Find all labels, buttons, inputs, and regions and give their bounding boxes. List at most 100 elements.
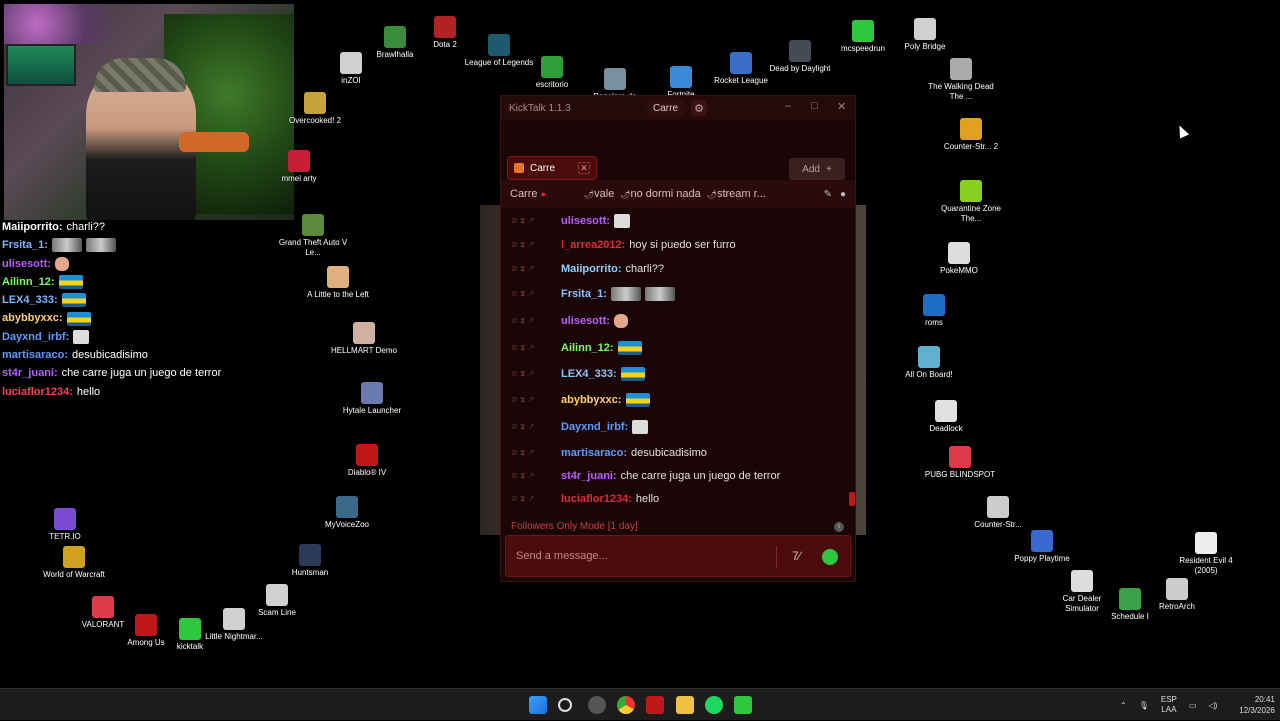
desktop-shortcut[interactable]: Overcooked! 2 xyxy=(278,92,352,126)
channel-select[interactable]: Carre xyxy=(647,99,685,117)
mod-actions-icon[interactable]: ⊘ ⧗ ↗ xyxy=(511,448,557,458)
chat-message[interactable]: ⊘ ⧗ ↗ martisaraco: desubicadisimo xyxy=(501,441,855,465)
chat-username[interactable]: luciaflor1234: xyxy=(561,493,632,505)
desktop-shortcut[interactable]: Poppy Playtime xyxy=(1005,530,1079,564)
desktop-shortcut[interactable]: The Walking Dead The ... xyxy=(924,58,998,102)
desktop-shortcut[interactable]: Hytale Launcher xyxy=(335,382,409,416)
shortcut-label: Poppy Playtime xyxy=(1014,554,1070,563)
chat-message[interactable]: ⊘ ⧗ ↗ ulisesott: xyxy=(501,307,855,335)
pinned-item[interactable]: vale xyxy=(584,188,614,200)
language-indicator[interactable]: ESP LAA xyxy=(1161,695,1177,715)
mod-actions-icon[interactable]: ⊘ ⧗ ↗ xyxy=(511,289,557,299)
desktop-shortcut[interactable]: World of Warcraft xyxy=(37,546,111,580)
mod-actions-icon[interactable]: ⊘ ⧗ ↗ xyxy=(511,240,557,250)
chat-message[interactable]: ⊘ ⧗ ↗ l_arrea2012: hoy si puedo ser furro xyxy=(501,233,855,257)
pinned-messages[interactable]: vale no dormi nada stream r... xyxy=(584,188,766,200)
desktop-shortcut[interactable]: Quarantine Zone The... xyxy=(934,180,1008,224)
chat-username[interactable]: Maiiporrito: xyxy=(561,263,622,275)
voicemeeter-icon[interactable] xyxy=(646,696,664,714)
chat-username[interactable]: Ailinn_12: xyxy=(561,342,614,354)
desktop-shortcut[interactable]: Poly Bridge xyxy=(888,18,962,52)
desktop-shortcut[interactable]: mmel arty xyxy=(262,150,336,184)
message-list[interactable]: ⊘ ⧗ ↗ ulisesott: ⊘ ⧗ ↗ l_arrea2012: hoy si p… xyxy=(501,209,855,514)
kick-emote-icon[interactable] xyxy=(822,549,838,565)
pinned-item[interactable]: no dormi nada xyxy=(620,188,700,200)
chat-username[interactable]: LEX4_333: xyxy=(561,368,617,380)
network-icon[interactable]: ▭ xyxy=(1189,701,1197,710)
add-chatroom-button[interactable]: Add + xyxy=(789,158,845,180)
desktop-shortcut[interactable]: Counter-Str... 2 xyxy=(934,118,1008,152)
search-icon[interactable] xyxy=(558,698,572,712)
desktop-shortcut[interactable]: Grand Theft Auto V Le... xyxy=(276,214,350,258)
desktop-shortcut[interactable]: Counter-Str... xyxy=(961,496,1035,530)
chat-message[interactable]: ⊘ ⧗ ↗ abybbyxxc: xyxy=(501,387,855,413)
desktop-shortcut[interactable]: PUBG BLINDSPOT xyxy=(923,446,997,480)
desktop-shortcut[interactable]: TETR.IO xyxy=(28,508,102,542)
desktop-shortcut[interactable]: inZOI xyxy=(314,52,388,86)
desktop-shortcut[interactable]: RetroArch xyxy=(1140,578,1214,612)
chat-username[interactable]: ulisesott: xyxy=(561,215,610,227)
app-icon xyxy=(541,56,563,78)
chat-username[interactable]: Dayxnd_irbf: xyxy=(561,421,628,433)
chat-username[interactable]: st4r_juani: xyxy=(561,470,617,482)
pinned-item[interactable]: stream r... xyxy=(707,188,766,200)
mod-actions-icon[interactable]: ⊘ ⧗ ↗ xyxy=(511,369,557,379)
tab-close-icon[interactable]: ✕ xyxy=(578,162,590,174)
chat-message[interactable]: ⊘ ⧗ ↗ ulisesott: xyxy=(501,209,855,233)
maximize-icon[interactable]: □ xyxy=(811,100,818,112)
mod-actions-icon[interactable]: ⊘ ⧗ ↗ xyxy=(511,316,557,326)
desktop-shortcut[interactable]: Resident Evil 4 (2005) xyxy=(1169,532,1243,576)
desktop-shortcut[interactable]: roms xyxy=(897,294,971,328)
desktop-shortcut[interactable]: Deadlock xyxy=(909,400,983,434)
desktop-shortcut[interactable]: MyVoiceZoo xyxy=(310,496,384,530)
desktop-shortcut[interactable]: HELLMART Demo xyxy=(327,322,401,356)
spotify-icon[interactable] xyxy=(705,696,723,714)
chevron-up-icon[interactable]: ⌃ xyxy=(1120,701,1127,710)
start-icon[interactable] xyxy=(529,696,547,714)
chrome-icon[interactable] xyxy=(617,696,635,714)
scrollbar-thumb[interactable] xyxy=(849,492,855,506)
chat-username[interactable]: Frsita_1: xyxy=(561,288,607,300)
mod-tools-icon[interactable]: ✎ xyxy=(824,189,832,200)
mod-actions-icon[interactable]: ⊘ ⧗ ↗ xyxy=(511,343,557,353)
obs-icon[interactable] xyxy=(588,696,606,714)
tab-carre[interactable]: Carre ✕ xyxy=(507,156,597,180)
chat-username[interactable]: l_arrea2012: xyxy=(561,239,625,251)
mod-actions-icon[interactable]: ⊘ ⧗ ↗ xyxy=(511,494,557,504)
microphone-icon[interactable]: 🎙 xyxy=(1139,701,1149,710)
emote-7tv-icon[interactable]: 7∕ xyxy=(792,549,801,563)
desktop-shortcut[interactable]: Scam Line xyxy=(240,584,314,618)
settings-gear-icon[interactable]: ⚙ xyxy=(691,100,707,116)
chat-username[interactable]: ulisesott: xyxy=(561,315,610,327)
info-icon[interactable]: i xyxy=(834,522,844,532)
mod-actions-icon[interactable]: ⊘ ⧗ ↗ xyxy=(511,264,557,274)
mod-actions-icon[interactable]: ⊘ ⧗ ↗ xyxy=(511,216,557,226)
desktop-shortcut[interactable]: PokeMMO xyxy=(922,242,996,276)
chat-message[interactable]: ⊘ ⧗ ↗ Frsita_1: xyxy=(501,281,855,307)
chat-text: hello xyxy=(635,493,660,505)
message-input[interactable] xyxy=(516,550,756,562)
chat-message[interactable]: ⊘ ⧗ ↗ Maiiporrito: charli?? xyxy=(501,257,855,281)
chat-username[interactable]: martisaraco: xyxy=(561,447,627,459)
chat-username[interactable]: abybbyxxc: xyxy=(561,394,622,406)
volume-icon[interactable]: ◁) xyxy=(1208,701,1217,710)
desktop-shortcut[interactable]: All On Board! xyxy=(892,346,966,380)
mod-actions-icon[interactable]: ⊘ ⧗ ↗ xyxy=(511,395,557,405)
file-explorer-icon[interactable] xyxy=(676,696,694,714)
mod-actions-icon[interactable]: ⊘ ⧗ ↗ xyxy=(511,471,557,481)
chat-message[interactable]: ⊘ ⧗ ↗ luciaflor1234: hello xyxy=(501,487,855,511)
overlay-chat-user: Frsita_1: xyxy=(2,239,48,252)
kicktalk-taskbar-icon[interactable] xyxy=(734,696,752,714)
minimize-icon[interactable]: – xyxy=(785,100,791,112)
mod-actions-icon[interactable]: ⊘ ⧗ ↗ xyxy=(511,422,557,432)
chat-message[interactable]: ⊘ ⧗ ↗ Ailinn_12: xyxy=(501,335,855,361)
clock[interactable]: 20:41 12/3/2026 xyxy=(1239,694,1275,716)
desktop-shortcut[interactable]: Diablo® IV xyxy=(330,444,404,478)
desktop-shortcut[interactable]: A Little to the Left xyxy=(301,266,375,300)
user-icon[interactable]: ● xyxy=(840,189,846,200)
chat-message[interactable]: ⊘ ⧗ ↗ LEX4_333: xyxy=(501,361,855,387)
desktop-shortcut[interactable]: Huntsman xyxy=(273,544,347,578)
chat-message[interactable]: ⊘ ⧗ ↗ Dayxnd_irbf: xyxy=(501,413,855,441)
chat-message[interactable]: ⊘ ⧗ ↗ st4r_juani: che carre juga un juego … xyxy=(501,465,855,487)
close-icon[interactable]: ✕ xyxy=(837,100,846,113)
